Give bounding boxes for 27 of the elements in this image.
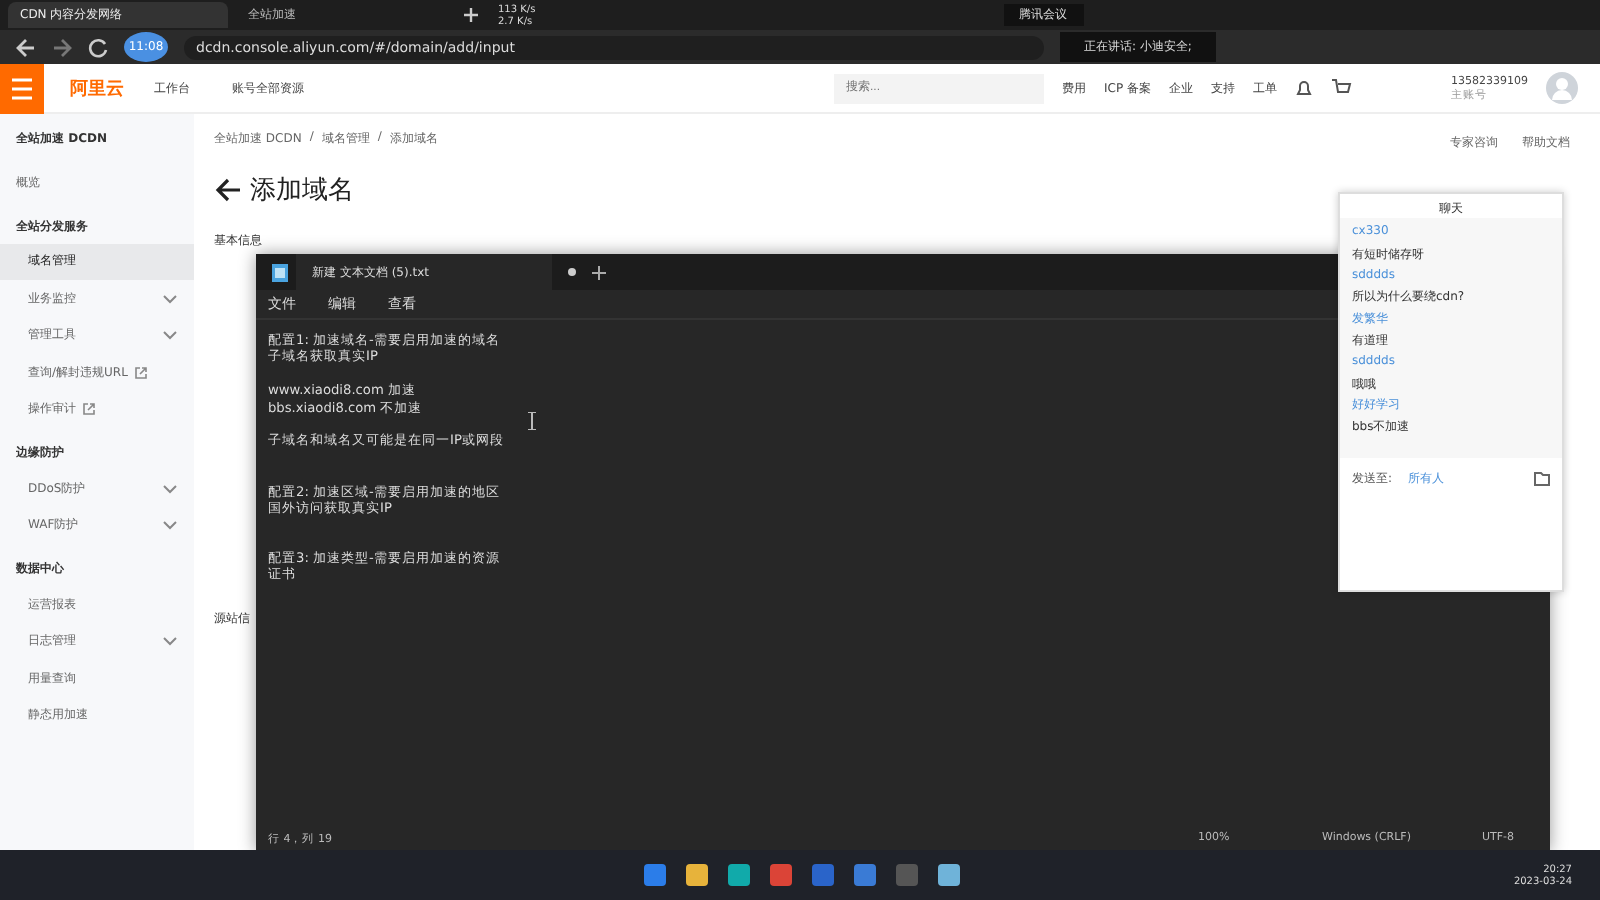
external-link-icon (133, 365, 148, 380)
app-icon[interactable] (728, 864, 750, 886)
chevron-icon (162, 636, 178, 647)
bell-icon[interactable] (1294, 78, 1315, 98)
back-arrow-icon[interactable] (214, 178, 242, 202)
app-icon[interactable] (812, 864, 834, 886)
text-cursor-icon (528, 412, 536, 430)
chevron-icon (162, 293, 178, 304)
unsaved-dot-icon[interactable] (568, 268, 576, 276)
app-icon[interactable] (938, 864, 960, 886)
reload-icon[interactable] (88, 37, 108, 57)
chevron-icon (162, 483, 178, 494)
external-link-icon (82, 402, 96, 417)
add-tab-icon[interactable] (592, 265, 606, 279)
app-icon[interactable] (644, 864, 666, 886)
cart-icon[interactable] (1332, 78, 1353, 98)
notepad-icon (272, 263, 288, 281)
chevron-icon (162, 520, 178, 531)
page-title: 添加域名 (250, 174, 354, 208)
new-tab-icon[interactable] (464, 8, 478, 22)
app-icon[interactable] (770, 864, 792, 886)
folder-icon[interactable] (1534, 472, 1550, 486)
forward-icon[interactable] (52, 37, 72, 57)
chevron-icon (162, 330, 178, 341)
back-icon[interactable] (16, 37, 36, 57)
app-icon[interactable] (854, 864, 876, 886)
app-icon[interactable] (686, 864, 708, 886)
